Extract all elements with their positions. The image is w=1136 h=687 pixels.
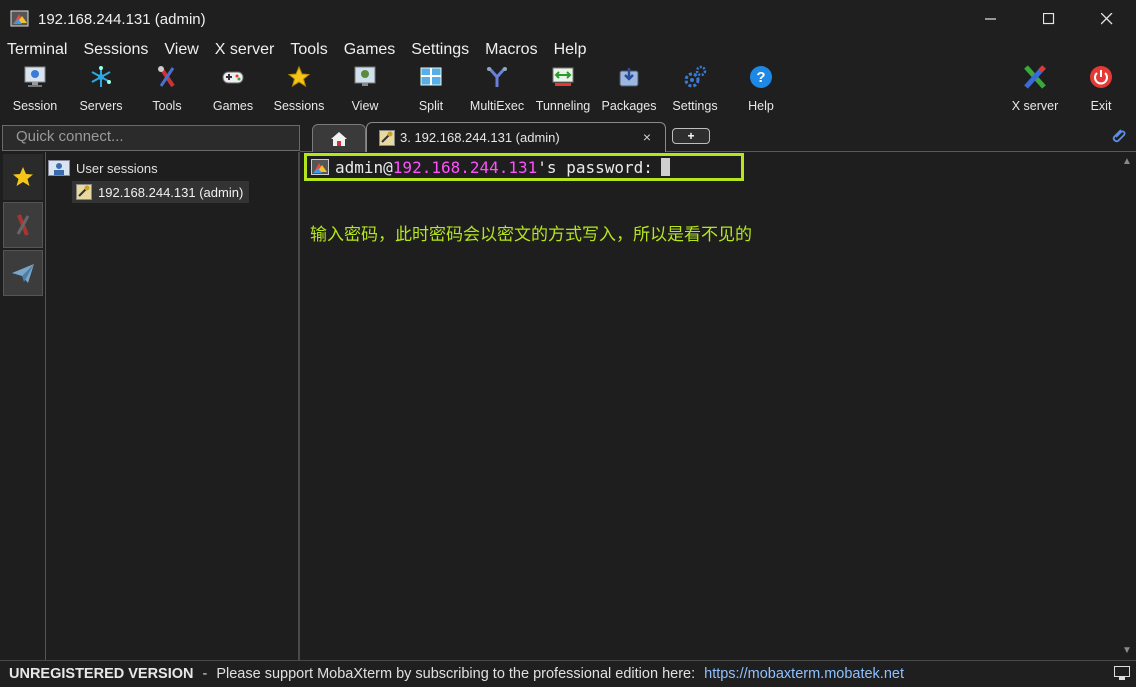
menu-settings[interactable]: Settings: [404, 41, 478, 59]
window-title: 192.168.244.131 (admin): [38, 10, 206, 28]
packages-icon: [616, 64, 642, 90]
menu-tools[interactable]: Tools: [283, 41, 336, 59]
minimize-button[interactable]: [962, 0, 1020, 38]
tools-rail-icon: [16, 214, 30, 236]
xserver-icon: [1022, 64, 1048, 90]
menu-terminal[interactable]: Terminal: [0, 41, 76, 59]
unregistered-label: UNREGISTERED VERSION: [9, 666, 194, 682]
monitor-button[interactable]: [1114, 666, 1130, 685]
status-bar: UNREGISTERED VERSION - Please support Mo…: [0, 660, 1136, 687]
prompt-host: 192.168.244.131: [392, 157, 538, 177]
close-icon: [1101, 13, 1113, 25]
tree-item-session[interactable]: 192.168.244.131 (admin): [72, 181, 250, 203]
mobaxterm-prompt-icon: [311, 159, 329, 175]
status-separator: -: [202, 666, 208, 682]
sessions-button[interactable]: Sessions: [266, 64, 332, 118]
terminal-area[interactable]: admin@ 192.168.244.131's password: 输入密码，此…: [302, 152, 1118, 660]
new-tab-button[interactable]: +: [672, 128, 710, 144]
tab-home[interactable]: [312, 124, 366, 152]
help-icon: ?: [748, 64, 774, 90]
toolbar: Session Servers Tools Games Sessions Vie…: [0, 62, 1136, 120]
prompt-password-label: 's password:: [537, 157, 653, 177]
home-icon: [331, 131, 347, 146]
terminal-scrollbar[interactable]: ▲ ▼: [1118, 152, 1136, 660]
view-icon: [352, 64, 378, 90]
mobatek-link[interactable]: https://mobaxterm.mobatek.net: [704, 666, 904, 682]
tree-root-label: User sessions: [76, 160, 158, 176]
menu-help[interactable]: Help: [547, 41, 596, 59]
menu-x-server[interactable]: X server: [208, 41, 284, 59]
multiexec-icon: [484, 64, 510, 90]
tools-button[interactable]: Tools: [134, 64, 200, 118]
status-message: Please support MobaXterm by subscribing …: [216, 666, 696, 682]
tree-root-user-sessions[interactable]: User sessions: [48, 160, 158, 176]
scroll-down-icon[interactable]: ▼: [1122, 645, 1132, 656]
user-sessions-icon: [48, 160, 70, 176]
xserver-button[interactable]: X server: [1002, 64, 1068, 118]
ssh-key-icon: [379, 129, 395, 146]
ssh-key-icon: [76, 184, 92, 200]
tab-session-label: 3. 192.168.244.131 (admin): [400, 130, 560, 145]
menu-games[interactable]: Games: [337, 41, 405, 59]
tab-close-button[interactable]: ×: [643, 129, 651, 145]
title-bar: 192.168.244.131 (admin): [0, 0, 1136, 38]
games-button[interactable]: Games: [200, 64, 266, 118]
help-button[interactable]: ? Help: [728, 64, 794, 118]
scroll-up-icon[interactable]: ▲: [1122, 156, 1132, 167]
prompt-user: admin@: [335, 157, 393, 177]
maximize-icon: [1043, 13, 1055, 25]
view-button[interactable]: View: [332, 64, 398, 118]
paperclip-icon: [1112, 129, 1126, 143]
menu-sessions[interactable]: Sessions: [76, 41, 157, 59]
maximize-button[interactable]: [1020, 0, 1078, 38]
menu-view[interactable]: View: [157, 41, 207, 59]
close-button[interactable]: [1078, 0, 1136, 38]
session-button[interactable]: Session: [2, 64, 68, 118]
tab-strip: 3. 192.168.244.131 (admin) × +: [300, 120, 1136, 152]
password-annotation: 输入密码，此时密码会以密文的方式写入，所以是看不见的: [310, 225, 752, 245]
menu-macros[interactable]: Macros: [478, 41, 546, 59]
rail-tools-button[interactable]: [3, 202, 43, 248]
games-icon: [220, 64, 246, 90]
session-icon: [22, 64, 48, 90]
send-icon: [12, 264, 34, 283]
split-button[interactable]: Split: [398, 64, 464, 118]
servers-icon: [88, 64, 114, 90]
menu-bar: Terminal Sessions View X server Tools Ga…: [0, 38, 1136, 62]
exit-button[interactable]: Exit: [1068, 64, 1134, 118]
tree-item-label: 192.168.244.131 (admin): [98, 184, 244, 200]
servers-button[interactable]: Servers: [68, 64, 134, 118]
minimize-icon: [985, 18, 996, 20]
settings-gears-icon: [682, 64, 708, 90]
sidebar-rail: [0, 152, 46, 660]
attach-button[interactable]: [1110, 126, 1126, 149]
password-prompt-highlight: admin@ 192.168.244.131's password:: [304, 153, 744, 181]
settings-button[interactable]: Settings: [662, 64, 728, 118]
tab-session[interactable]: 3. 192.168.244.131 (admin) ×: [366, 122, 666, 152]
svg-text:?: ?: [756, 69, 765, 86]
monitor-icon: [1114, 666, 1130, 680]
sessions-star-icon: [286, 64, 312, 90]
terminal-cursor: [660, 158, 670, 176]
session-tree: User sessions 192.168.244.131 (admin): [46, 152, 300, 660]
packages-button[interactable]: Packages: [596, 64, 662, 118]
exit-icon: [1088, 64, 1114, 90]
multiexec-button[interactable]: MultiExec: [464, 64, 530, 118]
star-icon: [13, 167, 33, 186]
rail-send-button[interactable]: [3, 250, 43, 296]
tunneling-button[interactable]: Tunneling: [530, 64, 596, 118]
quick-connect-input[interactable]: Quick connect...: [2, 125, 300, 151]
tools-icon: [154, 64, 180, 90]
rail-sessions-button[interactable]: [3, 154, 43, 200]
split-icon: [418, 64, 444, 90]
mobaxterm-app-icon: [10, 9, 30, 29]
tunneling-icon: [550, 64, 576, 90]
